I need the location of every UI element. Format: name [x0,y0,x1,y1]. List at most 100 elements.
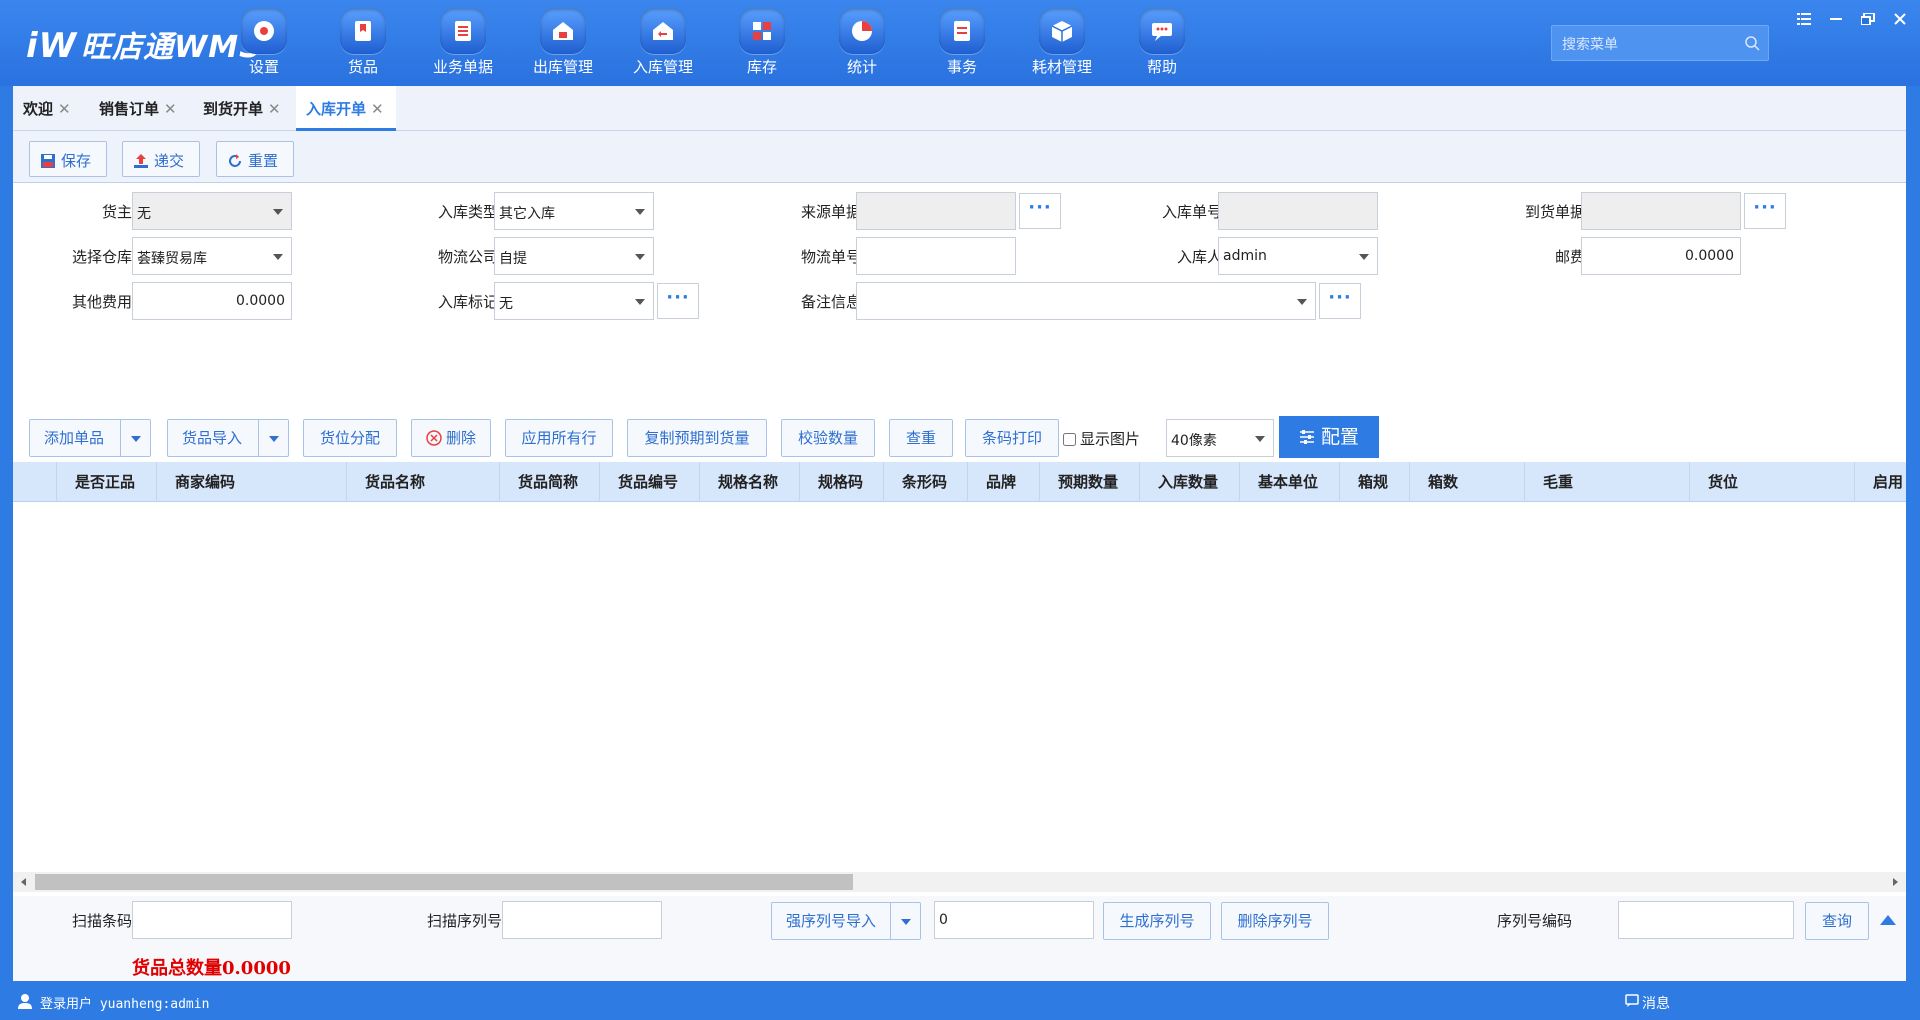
recheck-button[interactable]: 查重 [889,419,953,457]
tab-close-icon[interactable]: ✕ [371,100,384,118]
inbound-type-select[interactable]: 其它入库 [494,192,654,230]
print-barcode-button[interactable]: 条码打印 [965,419,1059,457]
serial-count-input[interactable]: 0 [934,901,1094,939]
column-header[interactable]: 箱规 [1340,462,1410,502]
horizontal-scrollbar[interactable] [13,872,1906,892]
delete-button[interactable]: 删除 [411,419,491,457]
message-icon[interactable] [1625,994,1639,1008]
column-header[interactable]: 品牌 [968,462,1040,502]
logistics-company-select[interactable]: 自提 [494,237,654,275]
add-item-button[interactable]: 添加单品 [29,419,151,457]
column-header[interactable]: 货品简称 [500,462,600,502]
operator-select[interactable]: admin [1218,237,1378,275]
inventory-icon [739,8,785,54]
tab-sales-order[interactable]: 销售订单 ✕ [89,86,189,131]
logistics-no-input[interactable] [856,237,1016,275]
nav-inventory[interactable]: 库存 [712,8,812,77]
generate-serial-button[interactable]: 生成序列号 [1103,902,1211,940]
scan-serial-input[interactable] [502,901,662,939]
inbound-no-input[interactable] [1218,192,1378,230]
box-icon [1039,8,1085,54]
reset-button[interactable]: 重置 [216,141,294,177]
tab-close-icon[interactable]: ✕ [58,100,71,118]
import-goods-dropdown[interactable] [258,420,288,456]
close-icon[interactable] [1889,10,1911,28]
inbound-mark-select[interactable]: 无 [494,282,654,320]
column-header[interactable]: 货品名称 [347,462,500,502]
column-header[interactable]: 预期数量 [1040,462,1140,502]
tab-close-icon[interactable]: ✕ [268,100,281,118]
copy-expected-button[interactable]: 复制预期到货量 [627,419,767,457]
scan-barcode-input[interactable] [132,901,292,939]
nav-tasks[interactable]: 事务 [912,8,1012,77]
arrival-doc-picker-button[interactable]: ··· [1744,193,1786,229]
column-header[interactable]: 规格名称 [700,462,800,502]
inbound-mark-picker-button[interactable]: ··· [657,283,699,319]
save-button[interactable]: 保存 [29,141,107,177]
nav-consumables[interactable]: 耗材管理 [1012,8,1112,77]
nav-statistics[interactable]: 统计 [812,8,912,77]
scrollbar-thumb[interactable] [35,874,853,890]
submit-button[interactable]: 递交 [122,141,200,177]
nav-help[interactable]: 帮助 [1112,8,1212,77]
minimize-icon[interactable] [1825,10,1847,28]
remark-select[interactable] [856,282,1316,320]
tab-welcome[interactable]: 欢迎 ✕ [13,86,79,131]
column-header[interactable]: 入库数量 [1140,462,1240,502]
apply-all-rows-button[interactable]: 应用所有行 [505,419,613,457]
column-header[interactable]: 箱数 [1410,462,1525,502]
column-header[interactable]: 货品编号 [600,462,700,502]
column-header[interactable]: 货位 [1690,462,1855,502]
config-button[interactable]: 配置 [1279,416,1379,458]
serial-code-input[interactable] [1618,901,1794,939]
restore-icon[interactable] [1857,10,1879,28]
source-doc-input[interactable] [856,192,1016,230]
row-height-select[interactable]: 40像素 [1166,419,1274,457]
arrival-doc-input[interactable] [1581,192,1741,230]
nav-goods[interactable]: 货品 [313,8,413,77]
nav-inbound[interactable]: 入库管理 [613,8,713,77]
column-header-checkbox[interactable] [13,462,57,502]
column-header[interactable]: 基本单位 [1240,462,1340,502]
source-doc-picker-button[interactable]: ··· [1019,193,1061,229]
strong-serial-import-dropdown[interactable] [890,903,920,939]
chevron-down-icon [635,299,645,305]
show-image-toggle[interactable]: 显示图片 [1063,428,1140,449]
serial-code-label: 序列号编码 [1496,912,1572,930]
nav-outbound[interactable]: 出库管理 [513,8,613,77]
tab-arrival-order[interactable]: 到货开单 ✕ [193,86,293,131]
show-image-checkbox[interactable] [1063,433,1076,446]
delete-serial-button[interactable]: 删除序列号 [1221,902,1329,940]
menu-list-icon[interactable] [1793,10,1815,28]
nav-business-docs[interactable]: 业务单据 [413,8,513,77]
postage-input[interactable]: 0.0000 [1581,237,1741,275]
strong-serial-import-button[interactable]: 强序列号导入 [771,902,921,940]
nav-settings[interactable]: 设置 [214,8,314,77]
scroll-right-icon[interactable] [1890,877,1900,887]
column-header[interactable]: 条形码 [884,462,968,502]
owner-select[interactable]: 无 [132,192,292,230]
column-header[interactable]: 商家编码 [157,462,347,502]
scroll-left-icon[interactable] [19,877,29,887]
query-button[interactable]: 查询 [1805,902,1869,940]
column-header[interactable]: 规格码 [800,462,884,502]
messages-link[interactable]: 消息 [1642,993,1670,1013]
warehouse-select[interactable]: 荟臻贸易库 [132,237,292,275]
other-fee-input[interactable]: 0.0000 [132,282,292,320]
goods-table-body[interactable] [13,502,1906,872]
inbound-no-label: 入库单号 [1161,203,1222,221]
verify-qty-button[interactable]: 校验数量 [781,419,875,457]
settings-icon [241,8,287,54]
chevron-down-icon [273,209,283,215]
assign-location-button[interactable]: 货位分配 [303,419,397,457]
column-header[interactable]: 启用 [1855,462,1906,502]
tab-inbound-order[interactable]: 入库开单 ✕ [296,86,396,131]
column-header[interactable]: 是否正品 [57,462,157,502]
collapse-up-icon[interactable] [1879,914,1897,926]
menu-search-input[interactable]: 搜索菜单 [1551,25,1769,61]
remark-picker-button[interactable]: ··· [1319,283,1361,319]
import-goods-button[interactable]: 货品导入 [167,419,289,457]
add-item-dropdown[interactable] [120,420,150,456]
column-header[interactable]: 毛重 [1525,462,1690,502]
tab-close-icon[interactable]: ✕ [164,100,177,118]
